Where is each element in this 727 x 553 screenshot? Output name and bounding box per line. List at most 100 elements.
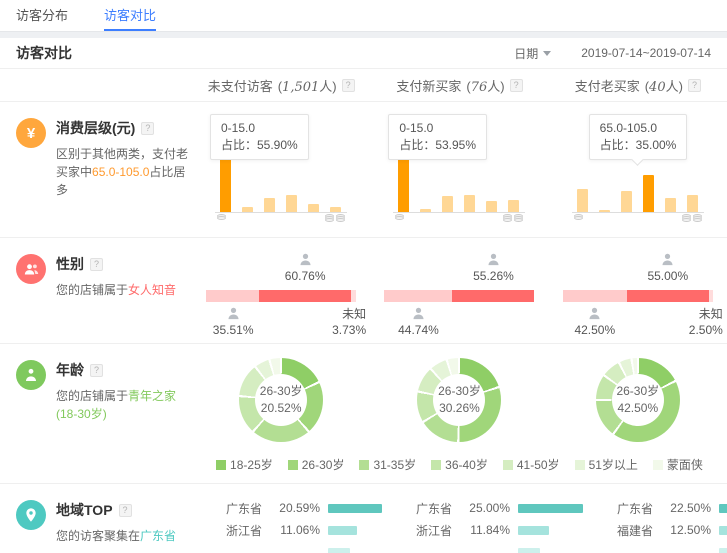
- region-title: 地域TOP: [56, 500, 176, 520]
- price-tier-bar[interactable]: [330, 207, 341, 212]
- unknown-label: 未知3.73%: [332, 306, 366, 338]
- gender-chart-repeat-buyers[interactable]: 55.00%42.50%未知2.50%: [549, 238, 727, 343]
- legend-item-2[interactable]: 26-30岁: [288, 456, 345, 473]
- coin: [514, 218, 523, 222]
- region-row[interactable]: 福建省12.50%: [617, 519, 727, 541]
- region-name: 广东省: [617, 500, 665, 517]
- region-row-partial: [617, 541, 727, 553]
- legend-swatch: [431, 460, 441, 470]
- male-segment[interactable]: [563, 290, 627, 302]
- region-list-new-buyers[interactable]: 广东省25.00%浙江省11.84%: [382, 484, 583, 553]
- tooltip-range: 65.0-105.0: [600, 120, 677, 137]
- price-tier-bar[interactable]: [286, 195, 297, 212]
- low-price-icon: [574, 216, 583, 220]
- legend-item-6[interactable]: 51岁以上: [575, 456, 638, 473]
- donut-center: 26-30岁30.26%: [433, 374, 485, 426]
- age-donut-ring[interactable]: 26-30岁42.50%: [596, 358, 680, 442]
- price-tier-bar[interactable]: [577, 189, 588, 212]
- coin-stack: [682, 216, 691, 222]
- consume-chart-unpaid[interactable]: 0-15.0占比：55.90%: [192, 102, 370, 237]
- male-segment[interactable]: [384, 290, 451, 302]
- donut-center-value: 30.26%: [439, 400, 480, 417]
- legend-label: 18-25岁: [230, 456, 273, 473]
- help-icon[interactable]: [90, 364, 103, 377]
- female-segment[interactable]: [627, 290, 710, 302]
- consume-chart-new-buyers[interactable]: 0-15.0占比：53.95%: [370, 102, 548, 237]
- coin-stack: [325, 216, 334, 222]
- donut-center-label: 26-30岁: [260, 383, 303, 400]
- region-list-unpaid[interactable]: 广东省20.59%浙江省11.06%: [192, 484, 382, 553]
- price-tier-bar[interactable]: [308, 204, 319, 212]
- price-tier-bar[interactable]: [621, 191, 632, 212]
- help-icon[interactable]: [141, 122, 154, 135]
- region-row[interactable]: 浙江省11.84%: [416, 519, 583, 541]
- coin: [217, 216, 226, 220]
- price-tier-bar[interactable]: [665, 198, 676, 212]
- legend-swatch: [288, 460, 298, 470]
- legend-label: 蒙面侠: [667, 456, 703, 473]
- female-segment[interactable]: [452, 290, 535, 302]
- help-icon[interactable]: [119, 504, 132, 517]
- price-tier-bar[interactable]: [242, 207, 253, 212]
- help-icon[interactable]: [688, 79, 701, 92]
- region-desc: 您的访客聚集在广东省: [56, 527, 176, 545]
- region-row[interactable]: 浙江省11.06%: [226, 519, 382, 541]
- price-tier-bar[interactable]: [220, 153, 231, 212]
- consume-bar-chart[interactable]: [215, 151, 347, 213]
- gender-stacked-bar[interactable]: 60.76%35.51%未知3.73%: [206, 252, 356, 340]
- gender-bar[interactable]: [206, 290, 356, 302]
- region-row[interactable]: 广东省20.59%: [226, 497, 382, 519]
- help-icon[interactable]: [90, 258, 103, 271]
- legend-item-3[interactable]: 31-35岁: [359, 456, 416, 473]
- column-count: 1,501: [282, 80, 319, 95]
- gender-stacked-bar[interactable]: 55.26%44.74%: [384, 252, 534, 340]
- date-range-value[interactable]: 2019-07-14~2019-07-14: [581, 46, 711, 60]
- tab-visitor-compare[interactable]: 访客对比: [104, 0, 156, 31]
- legend-item-4[interactable]: 36-40岁: [431, 456, 488, 473]
- price-tier-bar[interactable]: [464, 195, 475, 212]
- consume-chart-repeat-buyers[interactable]: 65.0-105.0占比：35.00%: [549, 102, 727, 237]
- male-label: 35.51%: [198, 306, 268, 338]
- region-row[interactable]: 广东省25.00%: [416, 497, 583, 519]
- age-donut-ring[interactable]: 26-30岁20.52%: [239, 358, 323, 442]
- legend-item-1[interactable]: 18-25岁: [216, 456, 273, 473]
- gender-chart-new-buyers[interactable]: 55.26%44.74%: [370, 238, 548, 343]
- price-tier-bar[interactable]: [486, 201, 497, 212]
- region-list-repeat-buyers[interactable]: 广东省22.50%福建省12.50%: [583, 484, 727, 553]
- gender-stacked-bar[interactable]: 55.00%42.50%未知2.50%: [563, 252, 713, 340]
- price-tier-bar[interactable]: [643, 175, 654, 212]
- region-bar: [328, 548, 350, 553]
- unknown-segment[interactable]: [709, 290, 713, 302]
- consume-bar-chart[interactable]: [393, 151, 525, 213]
- price-tier-bar[interactable]: [398, 155, 409, 212]
- price-tier-bar[interactable]: [420, 209, 431, 212]
- female-label: 55.26%: [458, 252, 528, 284]
- card-header: 访客对比 日期 2019-07-14~2019-07-14: [0, 38, 727, 68]
- age-donut-ring[interactable]: 26-30岁30.26%: [417, 358, 501, 442]
- date-filter-dropdown[interactable]: 日期: [514, 45, 551, 62]
- gender-bar[interactable]: [384, 290, 534, 302]
- coin: [325, 218, 334, 222]
- price-tier-bar[interactable]: [687, 195, 698, 212]
- gender-chart-unpaid[interactable]: 60.76%35.51%未知3.73%: [192, 238, 370, 343]
- region-row[interactable]: 广东省22.50%: [617, 497, 727, 519]
- tooltip-range: 0-15.0: [221, 120, 298, 137]
- legend-item-5[interactable]: 41-50岁: [503, 456, 560, 473]
- female-segment[interactable]: [259, 290, 350, 302]
- male-segment[interactable]: [206, 290, 259, 302]
- legend-item-7[interactable]: 蒙面侠: [653, 456, 703, 473]
- column-unit: 人: [319, 79, 332, 94]
- tooltip-value: 占比：53.95%: [399, 137, 476, 154]
- unknown-caption: 未知: [332, 306, 366, 322]
- price-tier-bar[interactable]: [442, 196, 453, 212]
- tab-visitor-distribution[interactable]: 访客分布: [16, 0, 68, 31]
- help-icon[interactable]: [342, 79, 355, 92]
- price-tier-bar[interactable]: [508, 200, 519, 212]
- price-tier-bar[interactable]: [264, 198, 275, 212]
- gender-bar[interactable]: [563, 290, 713, 302]
- unknown-segment[interactable]: [351, 290, 357, 302]
- price-tier-bar[interactable]: [599, 210, 610, 212]
- compare-card: 访客对比 日期 2019-07-14~2019-07-14 未支付访客1,501…: [0, 38, 727, 553]
- help-icon[interactable]: [510, 79, 523, 92]
- age-legend: 18-25岁 26-30岁 31-35岁 36-40岁 41-50岁 51岁以上 蒙面侠: [192, 456, 727, 473]
